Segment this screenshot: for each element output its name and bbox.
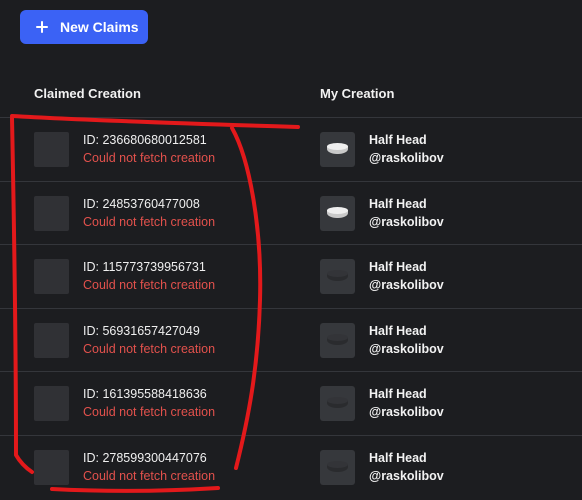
my-creation-thumbnail[interactable] xyxy=(320,386,355,421)
new-claims-button[interactable]: New Claims xyxy=(20,10,148,44)
fetch-error-message: Could not fetch creation xyxy=(83,468,216,483)
my-creation-name[interactable]: Half Head xyxy=(369,197,427,211)
table-row: ID: 236680680012581 Could not fetch crea… xyxy=(0,118,582,182)
claimed-creation-thumbnail[interactable] xyxy=(34,132,69,167)
my-creation-thumbnail[interactable] xyxy=(320,132,355,167)
my-creation-thumbnail[interactable] xyxy=(320,449,355,485)
fetch-error-message: Could not fetch creation xyxy=(83,214,216,229)
my-creation-thumbnail[interactable] xyxy=(320,322,355,358)
my-creation-header: My Creation xyxy=(320,86,395,101)
claims-table: ID: 236680680012581 Could not fetch crea… xyxy=(0,118,582,499)
claimed-creation-id: ID: 236680680012581 xyxy=(83,133,207,147)
plus-icon xyxy=(34,19,50,35)
creator-username[interactable]: @raskolibov xyxy=(369,469,444,483)
my-creation-name[interactable]: Half Head xyxy=(369,133,427,147)
creator-username[interactable]: @raskolibov xyxy=(369,215,444,229)
my-creation-name[interactable]: Half Head xyxy=(369,324,427,338)
fetch-error-message: Could not fetch creation xyxy=(83,405,216,419)
fetch-error-message: Could not fetch creation xyxy=(83,341,216,356)
claimed-creation-thumbnail[interactable] xyxy=(34,449,69,485)
half-head-icon xyxy=(327,333,348,347)
table-row: ID: 161395588418636 Could not fetch crea… xyxy=(0,372,582,436)
table-row: ID: 24853760477008 Could not fetch creat… xyxy=(0,182,582,245)
creator-username[interactable]: @raskolibov xyxy=(369,151,444,165)
my-creation-name[interactable]: Half Head xyxy=(369,387,427,401)
creator-username[interactable]: @raskolibov xyxy=(369,405,444,419)
claimed-creation-thumbnail[interactable] xyxy=(34,195,69,231)
claimed-creation-header: Claimed Creation xyxy=(34,86,141,101)
claimed-creation-id: ID: 56931657427049 xyxy=(83,323,200,338)
half-head-icon xyxy=(327,143,348,156)
creator-username[interactable]: @raskolibov xyxy=(369,278,444,292)
claimed-creation-thumbnail[interactable] xyxy=(34,386,69,421)
half-head-icon xyxy=(327,206,348,220)
claimed-creation-id: ID: 161395588418636 xyxy=(83,387,207,401)
fetch-error-message: Could not fetch creation xyxy=(83,151,216,165)
half-head-icon xyxy=(327,460,348,474)
my-creation-thumbnail[interactable] xyxy=(320,195,355,231)
claimed-creation-id: ID: 115773739956731 xyxy=(83,260,206,274)
new-claims-label: New Claims xyxy=(60,19,139,35)
claimed-creation-thumbnail[interactable] xyxy=(34,322,69,358)
table-row: ID: 56931657427049 Could not fetch creat… xyxy=(0,309,582,372)
half-head-icon xyxy=(327,397,348,410)
claimed-creation-id: ID: 278599300447076 xyxy=(83,450,207,465)
half-head-icon xyxy=(327,270,348,283)
fetch-error-message: Could not fetch creation xyxy=(83,278,216,292)
my-creation-thumbnail[interactable] xyxy=(320,259,355,294)
table-row: ID: 115773739956731 Could not fetch crea… xyxy=(0,245,582,309)
my-creation-name[interactable]: Half Head xyxy=(369,260,427,274)
claimed-creation-id: ID: 24853760477008 xyxy=(83,196,200,211)
my-creation-name[interactable]: Half Head xyxy=(369,451,427,465)
table-row: ID: 278599300447076 Could not fetch crea… xyxy=(0,436,582,500)
creator-username[interactable]: @raskolibov xyxy=(369,342,444,356)
claimed-creation-thumbnail[interactable] xyxy=(34,259,69,294)
